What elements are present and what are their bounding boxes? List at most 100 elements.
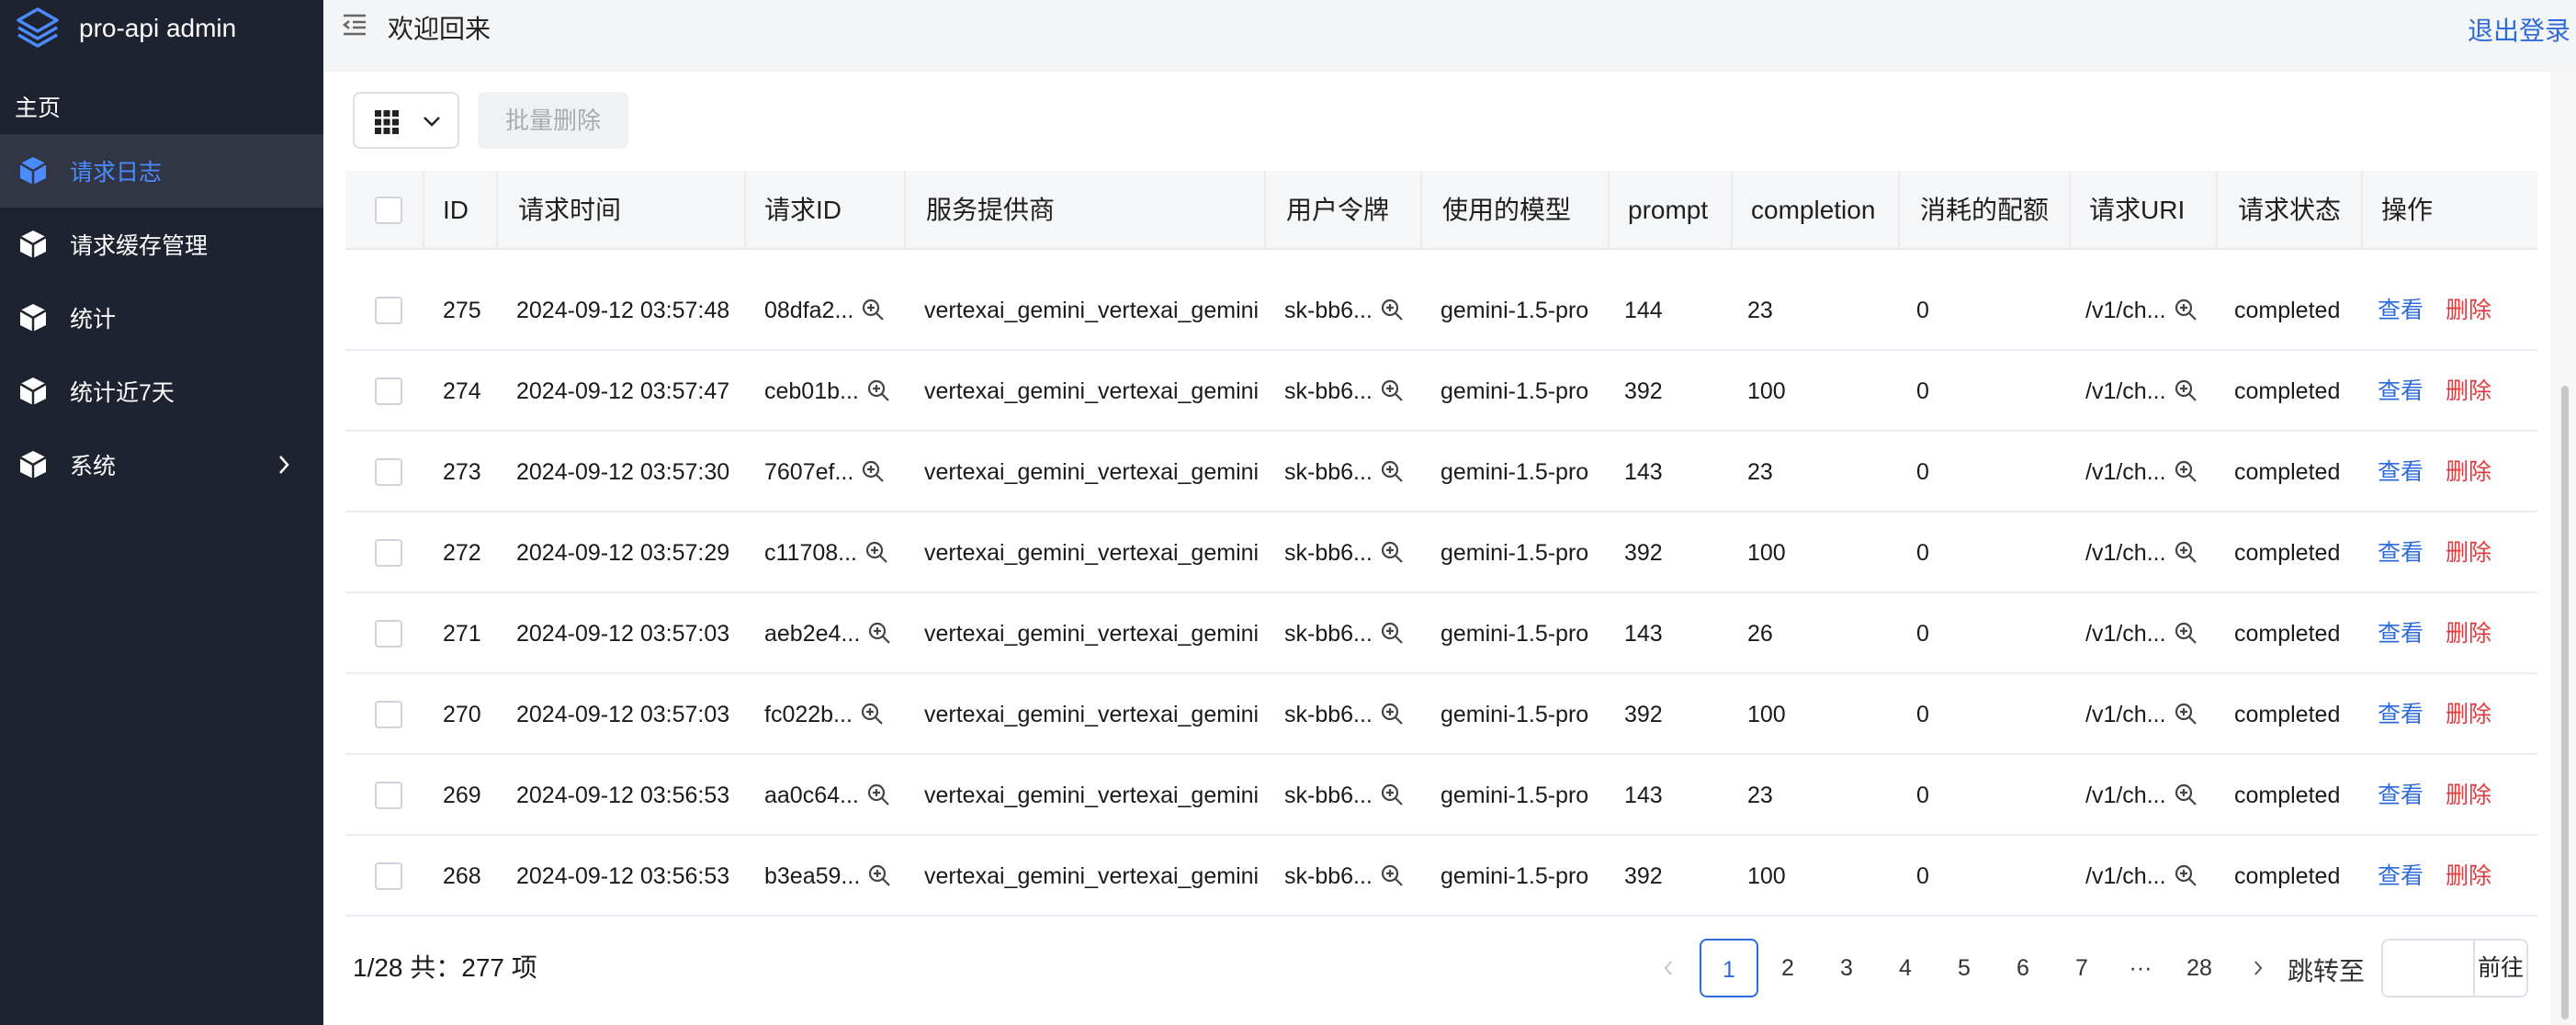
delete-link[interactable]: 删除 (2446, 270, 2491, 351)
zoom-in-icon[interactable] (861, 298, 885, 321)
scrollbar-thumb[interactable] (2561, 386, 2569, 1019)
delete-link[interactable]: 删除 (2446, 755, 2491, 836)
zoom-in-icon[interactable] (2174, 621, 2198, 645)
cell-quota: 0 (1916, 621, 1929, 647)
column-header-status[interactable]: 请求状态 (2238, 171, 2341, 250)
zoom-in-icon[interactable] (1380, 702, 1404, 726)
sidebar-item-cache-management[interactable]: 请求缓存管理 (0, 208, 323, 281)
zoom-in-icon[interactable] (864, 540, 888, 564)
row-checkbox[interactable] (375, 297, 402, 324)
row-checkbox[interactable] (375, 701, 402, 728)
zoom-in-icon[interactable] (1380, 540, 1404, 564)
column-divider (496, 171, 498, 250)
delete-link[interactable]: 删除 (2446, 351, 2491, 432)
row-checkbox[interactable] (375, 782, 402, 809)
zoom-in-icon[interactable] (860, 702, 884, 726)
zoom-in-icon[interactable] (2174, 702, 2198, 726)
column-header-model[interactable]: 使用的模型 (1442, 171, 1571, 250)
zoom-in-icon[interactable] (866, 378, 890, 402)
zoom-in-icon[interactable] (867, 621, 891, 645)
column-header-request-id[interactable]: 请求ID (764, 171, 842, 250)
delete-link[interactable]: 删除 (2446, 674, 2491, 755)
view-link[interactable]: 查看 (2378, 432, 2423, 512)
jump-control: 前往 (2381, 939, 2528, 997)
menu-collapse-icon[interactable] (342, 13, 367, 37)
token-text: sk-bb6... (1284, 783, 1373, 808)
column-header-id[interactable]: ID (443, 171, 469, 250)
view-link[interactable]: 查看 (2378, 755, 2423, 836)
cell-token: sk-bb6... (1284, 512, 1404, 593)
delete-link[interactable]: 删除 (2446, 512, 2491, 593)
sidebar-home-link[interactable]: 主页 (0, 83, 323, 134)
logout-link[interactable]: 退出登录 (2468, 11, 2570, 48)
column-header-uri[interactable]: 请求URI (2089, 171, 2185, 250)
column-header-token[interactable]: 用户令牌 (1286, 171, 1389, 250)
row-checkbox[interactable] (375, 862, 402, 890)
chevron-left-icon (1664, 961, 1672, 975)
view-link[interactable]: 查看 (2378, 512, 2423, 593)
delete-link[interactable]: 删除 (2446, 836, 2491, 917)
view-link[interactable]: 查看 (2378, 836, 2423, 917)
view-link[interactable]: 查看 (2378, 674, 2423, 755)
zoom-in-icon[interactable] (867, 863, 891, 887)
zoom-in-icon[interactable] (2174, 540, 2198, 564)
column-header-completion[interactable]: completion (1751, 171, 1875, 250)
delete-link[interactable]: 删除 (2446, 432, 2491, 512)
zoom-in-icon[interactable] (1380, 863, 1404, 887)
column-header-provider[interactable]: 服务提供商 (926, 171, 1055, 250)
page-button[interactable]: 5 (1935, 939, 1994, 997)
column-divider (2216, 171, 2218, 250)
zoom-in-icon[interactable] (1380, 621, 1404, 645)
row-checkbox[interactable] (375, 458, 402, 486)
page-button[interactable]: 3 (1817, 939, 1876, 997)
cell-id: 275 (443, 298, 481, 323)
cell-status: completed (2234, 783, 2341, 808)
cell-uri: /v1/ch... (2085, 674, 2198, 755)
zoom-in-icon[interactable] (1380, 783, 1404, 806)
zoom-in-icon[interactable] (866, 783, 890, 806)
column-header-prompt[interactable]: prompt (1628, 171, 1708, 250)
row-checkbox[interactable] (375, 539, 402, 567)
page-button[interactable]: 7 (2052, 939, 2111, 997)
column-header-quota[interactable]: 消耗的配额 (1920, 171, 2049, 250)
view-link[interactable]: 查看 (2378, 270, 2423, 351)
zoom-in-icon[interactable] (861, 459, 885, 483)
token-text: sk-bb6... (1284, 298, 1373, 323)
zoom-in-icon[interactable] (2174, 783, 2198, 806)
sidebar-item-statistics-7days[interactable]: 统计近7天 (0, 355, 323, 428)
zoom-in-icon[interactable] (1380, 459, 1404, 483)
view-link[interactable]: 查看 (2378, 593, 2423, 674)
row-checkbox[interactable] (375, 377, 402, 405)
row-checkbox[interactable] (375, 620, 402, 648)
zoom-in-icon[interactable] (2174, 459, 2198, 483)
zoom-in-icon[interactable] (2174, 863, 2198, 887)
sidebar-item-label: 请求日志 (70, 160, 163, 186)
view-link[interactable]: 查看 (2378, 351, 2423, 432)
select-all-checkbox[interactable] (375, 197, 402, 224)
brand[interactable]: pro-api admin (0, 0, 323, 57)
sidebar-item-request-log[interactable]: 请求日志 (0, 134, 323, 208)
zoom-in-icon[interactable] (2174, 298, 2198, 321)
sidebar-item-statistics[interactable]: 统计 (0, 281, 323, 355)
page-button[interactable]: 6 (1994, 939, 2052, 997)
zoom-in-icon[interactable] (2174, 378, 2198, 402)
sidebar-item-system[interactable]: 系统 (0, 428, 323, 501)
prev-page-button[interactable] (1650, 939, 1687, 997)
page-button[interactable]: 2 (1758, 939, 1817, 997)
page-button[interactable]: 28 (2170, 939, 2229, 997)
cell-model: gemini-1.5-pro (1441, 702, 1589, 727)
jump-go-button[interactable]: 前往 (2475, 941, 2526, 996)
zoom-in-icon[interactable] (1380, 378, 1404, 402)
column-settings-dropdown[interactable] (353, 92, 459, 149)
request-id-text: 08dfa2... (764, 298, 854, 323)
batch-delete-button[interactable]: 批量删除 (478, 92, 628, 149)
zoom-in-icon[interactable] (1380, 298, 1404, 321)
pagination-ellipsis[interactable]: ··· (2111, 939, 2170, 997)
next-page-button[interactable] (2240, 939, 2277, 997)
page-button[interactable]: 4 (1876, 939, 1935, 997)
cell-provider: vertexai_gemini_vertexai_gemini (924, 621, 1260, 647)
delete-link[interactable]: 删除 (2446, 593, 2491, 674)
column-header-time[interactable]: 请求时间 (518, 171, 621, 250)
jump-page-input[interactable] (2383, 941, 2471, 996)
page-button[interactable]: 1 (1700, 939, 1758, 997)
